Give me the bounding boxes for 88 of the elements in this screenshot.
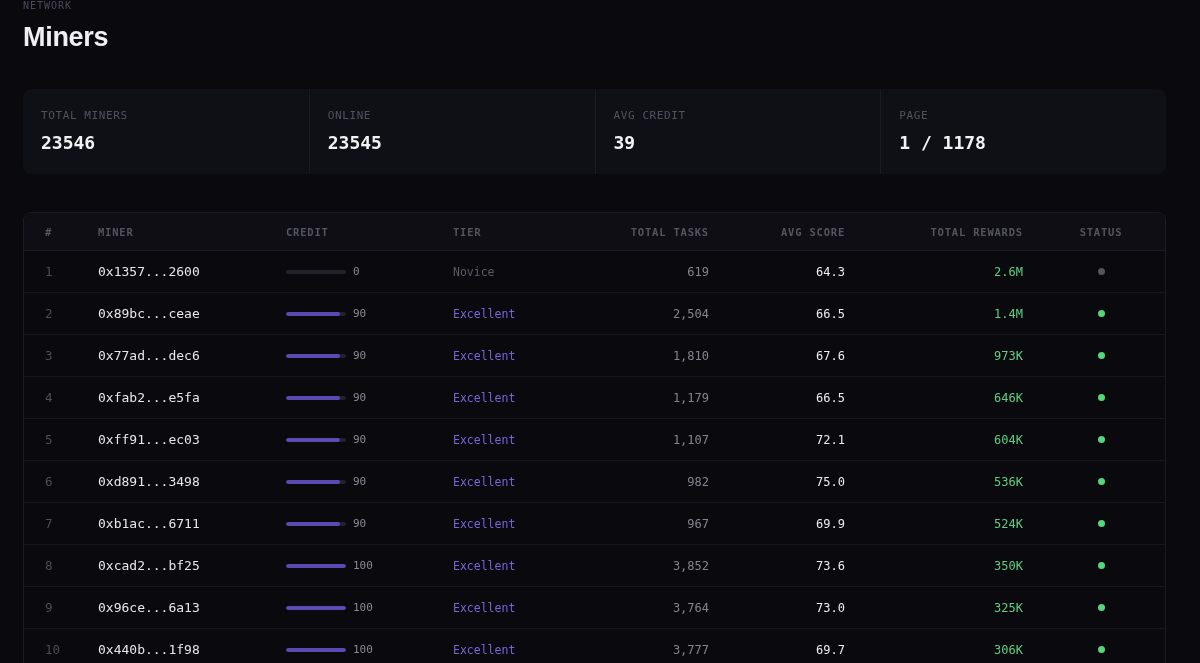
credit-reading: 90 xyxy=(353,349,367,362)
total-tasks-cell: 967 xyxy=(687,516,709,531)
total-tasks-cell: 1,810 xyxy=(672,348,709,363)
total-rewards-cell: 604K xyxy=(994,432,1023,447)
stat-value: 39 xyxy=(613,132,636,154)
avg-score-cell: 67.6 xyxy=(816,348,845,363)
tier-label: Excellent xyxy=(453,600,516,615)
column-header: # xyxy=(45,225,53,238)
avg-score-cell: 66.5 xyxy=(816,306,845,321)
total-rewards-cell: 306K xyxy=(994,642,1023,657)
total-rewards-cell: 350K xyxy=(994,558,1023,573)
avg-score-cell: 69.9 xyxy=(816,516,845,531)
stat-label: AVG CREDIT xyxy=(613,109,686,122)
credit-reading: 0 xyxy=(353,265,360,278)
column-header: TOTAL TASKS xyxy=(630,225,709,238)
rank-cell: 5 xyxy=(45,432,53,447)
stat-label: PAGE xyxy=(899,109,929,122)
total-rewards-cell: 536K xyxy=(994,474,1023,489)
stat-value: 1 / 1178 xyxy=(899,132,986,154)
total-rewards-cell: 2.6M xyxy=(994,264,1023,279)
tier-label: Excellent xyxy=(453,516,516,531)
miner-address: 0xd891...3498 xyxy=(98,474,200,489)
miner-address: 0xfab2...e5fa xyxy=(98,390,200,405)
rank-cell: 6 xyxy=(45,474,53,489)
avg-score-cell: 75.0 xyxy=(816,474,845,489)
rank-cell: 1 xyxy=(45,264,53,279)
miner-address: 0xb1ac...6711 xyxy=(98,516,200,531)
column-header: AVG SCORE xyxy=(780,225,845,238)
tier-label: Excellent xyxy=(453,474,516,489)
miner-address: 0x77ad...dec6 xyxy=(98,348,200,363)
credit-reading: 100 xyxy=(353,643,373,656)
stat-label: ONLINE xyxy=(327,109,372,122)
stat-value: 23545 xyxy=(327,132,382,154)
miner-address: 0x440b...1f98 xyxy=(98,642,200,657)
column-header: MINER xyxy=(98,225,134,238)
credit-reading: 90 xyxy=(353,433,367,446)
miner-address: 0xcad2...bf25 xyxy=(98,558,200,573)
tier-label: Excellent xyxy=(453,348,516,363)
tier-label: Excellent xyxy=(453,558,516,573)
rank-cell: 7 xyxy=(45,516,53,531)
avg-score-cell: 73.6 xyxy=(816,558,845,573)
credit-reading: 90 xyxy=(353,307,367,320)
total-rewards-cell: 325K xyxy=(994,600,1023,615)
column-header: TIER xyxy=(453,225,482,238)
miner-address: 0x89bc...ceae xyxy=(98,306,200,321)
stat-label: TOTAL MINERS xyxy=(41,109,128,122)
total-tasks-cell: 3,852 xyxy=(672,558,709,573)
tier-label: Excellent xyxy=(453,432,516,447)
avg-score-cell: 73.0 xyxy=(816,600,845,615)
total-rewards-cell: 973K xyxy=(994,348,1023,363)
credit-reading: 90 xyxy=(353,475,367,488)
credit-reading: 90 xyxy=(353,391,367,404)
tier-label: Excellent xyxy=(453,642,516,657)
section-label: NETWORK xyxy=(23,0,73,11)
credit-reading: 100 xyxy=(353,601,373,614)
tier-label: Excellent xyxy=(453,306,516,321)
total-tasks-cell: 1,107 xyxy=(672,432,709,447)
credit-reading: 90 xyxy=(353,517,367,530)
total-rewards-cell: 646K xyxy=(994,390,1023,405)
total-tasks-cell: 982 xyxy=(687,474,709,489)
total-tasks-cell: 1,179 xyxy=(672,390,709,405)
credit-reading: 100 xyxy=(353,559,373,572)
page-title: Miners xyxy=(23,22,109,52)
rank-cell: 3 xyxy=(45,348,53,363)
miner-address: 0x96ce...6a13 xyxy=(98,600,200,615)
column-header: CREDIT xyxy=(286,225,329,238)
column-header: STATUS xyxy=(1079,225,1123,238)
tier-label: Excellent xyxy=(453,390,516,405)
avg-score-cell: 66.5 xyxy=(816,390,845,405)
total-rewards-cell: 524K xyxy=(994,516,1023,531)
miner-address: 0xff91...ec03 xyxy=(98,432,200,447)
total-tasks-cell: 3,764 xyxy=(672,600,709,615)
total-tasks-cell: 619 xyxy=(687,264,709,279)
rank-cell: 10 xyxy=(45,642,61,657)
avg-score-cell: 64.3 xyxy=(816,264,845,279)
tier-label: Novice xyxy=(453,264,495,279)
total-rewards-cell: 1.4M xyxy=(994,306,1023,321)
avg-score-cell: 72.1 xyxy=(816,432,845,447)
rank-cell: 9 xyxy=(45,600,53,615)
total-tasks-cell: 3,777 xyxy=(672,642,709,657)
total-tasks-cell: 2,504 xyxy=(672,306,709,321)
rank-cell: 8 xyxy=(45,558,53,573)
avg-score-cell: 69.7 xyxy=(816,642,845,657)
miner-address: 0x1357...2600 xyxy=(98,264,200,279)
column-header: TOTAL REWARDS xyxy=(930,225,1023,238)
rank-cell: 4 xyxy=(45,390,53,405)
stat-value: 23546 xyxy=(41,132,96,154)
rank-cell: 2 xyxy=(45,306,53,321)
